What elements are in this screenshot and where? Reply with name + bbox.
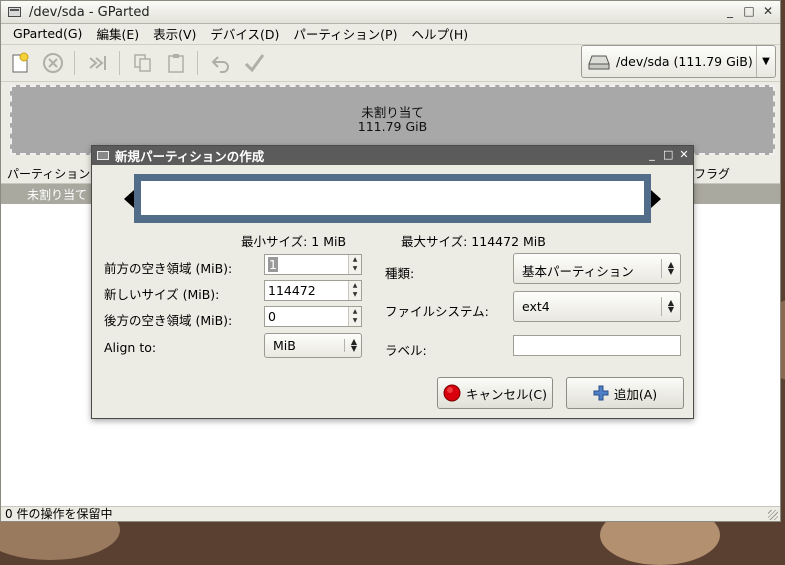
free-after-spinner[interactable]: 0 ▲ ▼: [264, 306, 362, 327]
toolbar-separator: [197, 51, 198, 75]
free-after-value: 0: [268, 309, 276, 324]
disk-size-label: 111.79 GiB: [357, 119, 428, 134]
combo-separator: [661, 259, 662, 278]
add-button[interactable]: 追加(A): [566, 377, 684, 409]
cancel-label: キャンセル(C): [466, 386, 547, 402]
toolbar: /dev/sda (111.79 GiB) ▼: [1, 45, 780, 82]
resize-grip-icon[interactable]: [768, 510, 778, 520]
cancel-icon: [443, 384, 461, 402]
dialog-titlebar[interactable]: 新規パーティションの作成 _ □ ✕: [92, 146, 693, 165]
new-size-label: 新しいサイズ (MiB):: [104, 287, 220, 302]
toolbar-separator: [74, 51, 75, 75]
undo-button[interactable]: [207, 49, 235, 77]
window-title: /dev/sda - GParted: [29, 4, 150, 20]
copy-button[interactable]: [129, 49, 157, 77]
align-label: Align to:: [104, 340, 157, 355]
delete-partition-button[interactable]: [39, 49, 67, 77]
filesystem-label: ファイルシステム:: [385, 304, 489, 319]
spin-down-icon[interactable]: ▼: [349, 264, 361, 273]
delete-icon: [43, 53, 63, 73]
partition-bar-fill: [141, 181, 644, 215]
spin-up-icon[interactable]: ▲: [349, 307, 361, 316]
align-value: MiB: [273, 338, 296, 353]
add-label: 追加(A): [613, 386, 658, 402]
device-label: /dev/sda (111.79 GiB): [616, 54, 753, 69]
up-down-arrows-icon: ▲ ▼: [667, 298, 675, 314]
dialog-title: 新規パーティションの作成: [115, 149, 265, 164]
combo-separator: [661, 297, 662, 316]
partition-resizer[interactable]: [124, 174, 661, 223]
dialog-app-icon: [97, 151, 109, 160]
spin-down-icon[interactable]: ▼: [349, 316, 361, 325]
status-text: 0 件の操作を保留中: [5, 507, 113, 521]
apply-icon: [244, 54, 265, 73]
window-titlebar[interactable]: /dev/sda - GParted _ □ ✕: [1, 1, 780, 24]
row-partition: 未割り当て: [27, 187, 88, 202]
undo-icon: [211, 56, 229, 73]
label-label: ラベル:: [385, 343, 427, 358]
column-partition[interactable]: パーティション: [7, 165, 90, 182]
resize-move-button[interactable]: [84, 49, 112, 77]
partition-type-select[interactable]: 基本パーティション ▲ ▼: [513, 253, 681, 284]
new-size-spinner[interactable]: 114472 ▲ ▼: [264, 280, 362, 301]
menu-view[interactable]: 表示(V): [146, 24, 203, 43]
spin-up-icon[interactable]: ▲: [349, 255, 361, 264]
partition-type-value: 基本パーティション: [522, 264, 634, 279]
label-input[interactable]: [513, 335, 681, 356]
device-selector[interactable]: /dev/sda (111.79 GiB) ▼: [581, 45, 776, 78]
align-select[interactable]: MiB ▲ ▼: [264, 333, 362, 358]
free-before-label: 前方の空き領域 (MiB):: [104, 261, 233, 276]
free-before-value: 1: [268, 257, 278, 272]
new-partition-button[interactable]: [6, 49, 34, 77]
right-resize-handle-icon[interactable]: [651, 190, 661, 208]
filesystem-select[interactable]: ext4 ▲ ▼: [513, 291, 681, 322]
maximize-button[interactable]: □: [743, 4, 755, 18]
paste-icon: [168, 54, 184, 73]
combo-separator: [344, 339, 345, 352]
dropdown-arrow-icon: ▼: [756, 46, 775, 77]
dialog-maximize-button[interactable]: □: [663, 148, 673, 162]
close-button[interactable]: ✕: [762, 4, 774, 18]
min-size-label: 最小サイズ: 1 MiB: [241, 234, 347, 249]
dialog-minimize-button[interactable]: _: [647, 148, 657, 162]
apply-button[interactable]: [240, 49, 268, 77]
add-icon: [593, 385, 609, 401]
type-label: 種類:: [385, 266, 415, 281]
up-down-arrows-icon: ▲ ▼: [667, 260, 675, 276]
disk-unallocated-label: 未割り当て: [361, 105, 424, 120]
new-partition-dialog: 新規パーティションの作成 _ □ ✕ 最小サイズ: 1 MiB 最大サイズ: 1…: [91, 145, 694, 419]
menu-device[interactable]: デバイス(D): [203, 24, 286, 43]
hard-drive-icon: [588, 55, 610, 69]
spin-up-icon[interactable]: ▲: [349, 281, 361, 290]
menu-help[interactable]: ヘルプ(H): [404, 24, 475, 43]
column-flags[interactable]: フラグ: [694, 165, 730, 182]
menu-edit[interactable]: 編集(E): [89, 24, 146, 43]
dialog-close-button[interactable]: ✕: [679, 148, 689, 162]
free-after-label: 後方の空き領域 (MiB):: [104, 313, 233, 328]
status-bar: 0 件の操作を保留中: [1, 506, 780, 521]
menu-partition[interactable]: パーティション(P): [286, 24, 404, 43]
left-resize-handle-icon[interactable]: [124, 190, 134, 208]
cancel-button[interactable]: キャンセル(C): [437, 377, 553, 409]
spin-down-icon[interactable]: ▼: [349, 290, 361, 299]
free-before-spinner[interactable]: 1 ▲ ▼: [264, 254, 362, 275]
menu-gparted[interactable]: GParted(G): [1, 26, 89, 41]
toolbar-separator: [119, 51, 120, 75]
paste-button[interactable]: [162, 49, 190, 77]
max-size-label: 最大サイズ: 114472 MiB: [401, 234, 546, 249]
menubar: GParted(G) 編集(E) 表示(V) デバイス(D) パーティション(P…: [1, 23, 780, 45]
resize-icon: [89, 56, 106, 70]
new-size-value: 114472: [268, 283, 316, 298]
copy-icon: [134, 54, 151, 72]
new-icon: [12, 52, 29, 73]
minimize-button[interactable]: _: [724, 4, 736, 18]
app-icon: [8, 7, 21, 17]
up-down-arrows-icon: ▲ ▼: [350, 337, 358, 353]
filesystem-value: ext4: [522, 299, 550, 314]
